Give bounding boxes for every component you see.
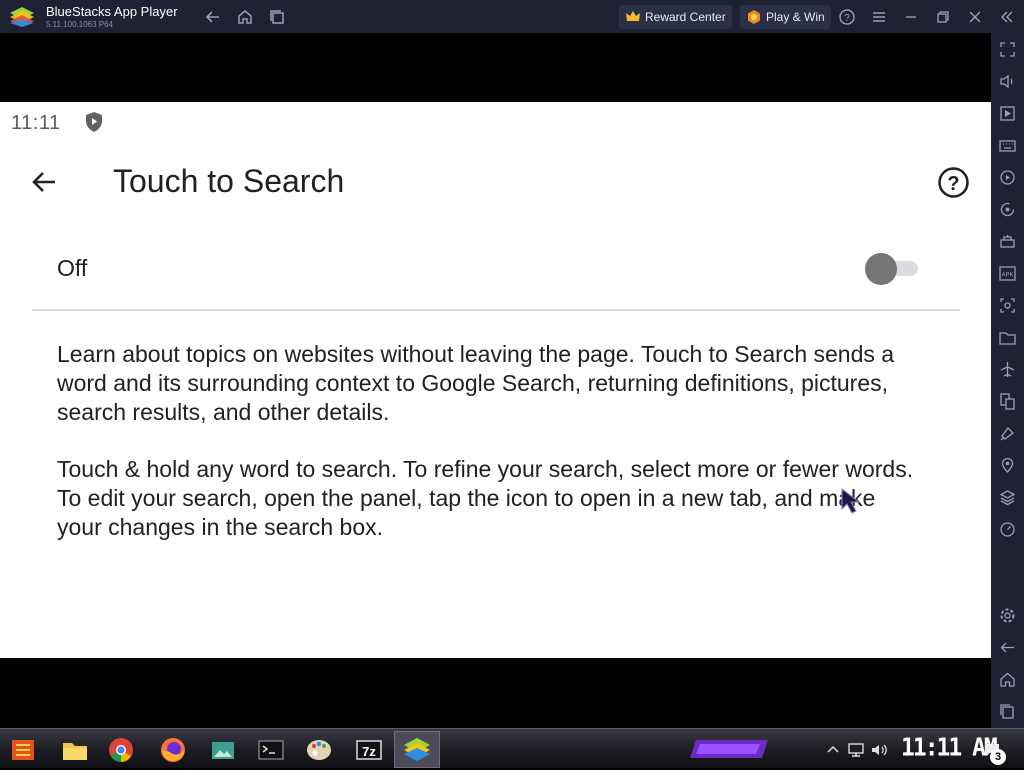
minimize-icon[interactable]: [902, 8, 920, 26]
mouse-pointer-icon: [840, 487, 862, 515]
toggle-thumb: [865, 253, 897, 285]
location-icon[interactable]: [999, 457, 1016, 474]
media-manager-icon[interactable]: [999, 105, 1016, 122]
multi-instance-icon[interactable]: [999, 393, 1016, 410]
terminal-icon[interactable]: [256, 735, 286, 765]
bluestacks-logo-icon: [9, 6, 35, 28]
android-screen: 11:11 Touch to Search ? Off Learn about …: [0, 102, 991, 658]
bluestacks-task-icon[interactable]: [402, 735, 432, 765]
description-paragraph-1: Learn about topics on websites without l…: [57, 341, 895, 425]
rotate-icon[interactable]: [999, 201, 1016, 218]
performance-icon[interactable]: [999, 521, 1016, 538]
chrome-icon[interactable]: [106, 735, 136, 765]
page-title: Touch to Search: [113, 163, 345, 199]
svg-text:?: ?: [947, 173, 959, 195]
close-icon[interactable]: [966, 8, 984, 26]
macro-icon[interactable]: [999, 169, 1016, 186]
chevron-up-icon[interactable]: [824, 741, 842, 759]
os-taskbar: 7z 11:11 AM 3: [0, 728, 1024, 768]
tool-sidebar: APK: [991, 33, 1024, 728]
home-icon[interactable]: [236, 8, 254, 26]
image-app-icon[interactable]: [208, 735, 238, 765]
window-titlebar: BlueStacks App Player 5.11.100.1063 P64 …: [0, 0, 1024, 33]
apk-install-icon[interactable]: APK: [999, 265, 1016, 282]
keyboard-icon[interactable]: [999, 137, 1016, 154]
airplane-icon[interactable]: [999, 361, 1016, 378]
android-home-icon[interactable]: [999, 671, 1016, 688]
crown-icon: [625, 9, 641, 25]
start-menu-icon[interactable]: [8, 735, 38, 765]
game-controls-icon[interactable]: [999, 233, 1016, 250]
speaker-icon[interactable]: [870, 741, 888, 759]
multitask-icon[interactable]: [268, 8, 286, 26]
settings-icon[interactable]: [999, 607, 1016, 624]
menu-icon[interactable]: [870, 8, 888, 26]
file-explorer-icon[interactable]: [60, 735, 90, 765]
fullscreen-icon[interactable]: [999, 41, 1016, 58]
volume-icon[interactable]: [999, 73, 1016, 90]
notification-count-badge: 3: [990, 749, 1006, 765]
android-recents-icon[interactable]: [999, 703, 1016, 720]
toggle-state-label: Off: [57, 255, 88, 281]
eco-mode-icon[interactable]: [999, 425, 1016, 442]
help-circle-icon[interactable]: ?: [838, 8, 856, 26]
decorative-purple-bar: [690, 738, 770, 760]
help-icon[interactable]: ?: [937, 166, 970, 199]
coin-icon: [746, 9, 762, 25]
android-back-icon[interactable]: [999, 639, 1016, 656]
app-version: 5.11.100.1063 P64: [46, 20, 114, 29]
status-bar-time: 11:11: [11, 112, 61, 134]
back-arrow-icon[interactable]: [30, 168, 58, 196]
restore-icon[interactable]: [934, 8, 952, 26]
touch-to-search-toggle[interactable]: [864, 252, 920, 285]
svg-text:APK: APK: [1001, 273, 1013, 279]
7zip-label: 7z: [362, 744, 376, 759]
divider: [32, 309, 960, 311]
taskbar-clock[interactable]: 11:11 AM: [901, 734, 998, 763]
firefox-icon[interactable]: [158, 735, 188, 765]
paint-palette-icon[interactable]: [304, 735, 334, 765]
app-title: BlueStacks App Player: [46, 4, 178, 19]
folder-icon[interactable]: [999, 329, 1016, 346]
shield-play-icon: [84, 111, 104, 133]
back-arrow-icon[interactable]: [204, 8, 222, 26]
layers-icon[interactable]: [999, 489, 1016, 506]
network-icon[interactable]: [847, 741, 865, 759]
description-paragraph-2: Touch & hold any word to search. To refi…: [57, 456, 914, 540]
collapse-sidebar-icon[interactable]: [998, 8, 1016, 26]
7zip-icon[interactable]: 7z: [354, 735, 384, 765]
screenshot-icon[interactable]: [999, 297, 1016, 314]
play-win-label: Play & Win: [766, 10, 825, 24]
svg-text:?: ?: [844, 13, 850, 24]
reward-center-label: Reward Center: [645, 10, 726, 24]
reward-center-button[interactable]: Reward Center: [619, 5, 732, 29]
play-win-button[interactable]: Play & Win: [740, 5, 831, 29]
